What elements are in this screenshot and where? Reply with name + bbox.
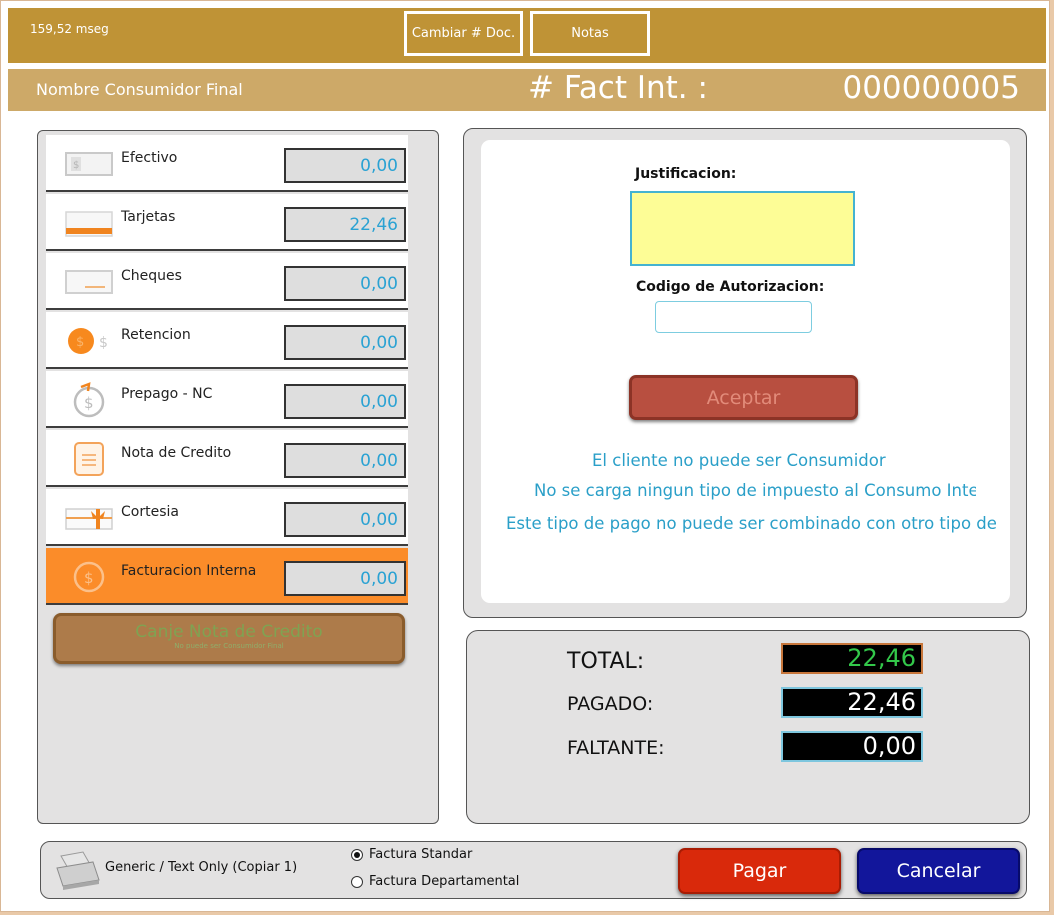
payment-amount-field[interactable]: 0,00 [284, 266, 406, 301]
auth-code-label: Codigo de Autorizacion: [636, 279, 825, 295]
payment-row-cheques[interactable]: Cheques 0,00 [46, 253, 408, 310]
printer-icon[interactable] [53, 850, 103, 892]
missing-label: FALTANTE: [567, 737, 665, 759]
canje-title: Canje Nota de Credito [135, 622, 323, 642]
payment-amount-field[interactable]: 0,00 [284, 325, 406, 360]
consumer-name: Nombre Consumidor Final [36, 80, 243, 99]
auth-code-input[interactable] [655, 301, 812, 333]
warning-message: Este tipo de pago no puede ser combinado… [506, 514, 996, 533]
cancel-button[interactable]: Cancelar [857, 848, 1020, 894]
radio-factura-standar[interactable]: Factura Standar [351, 847, 472, 862]
paid-label: PAGADO: [567, 693, 654, 715]
payment-label: Efectivo [121, 150, 178, 166]
justification-label: Justificacion: [635, 166, 737, 182]
payment-label: Tarjetas [121, 209, 176, 225]
payment-label: Cortesia [121, 504, 179, 520]
payment-amount-field[interactable]: 22,46 [284, 207, 406, 242]
refund-icon: $ [62, 381, 116, 419]
justification-input[interactable] [630, 191, 855, 266]
gift-icon [62, 499, 116, 537]
change-doc-button[interactable]: Cambiar # Doc. [404, 11, 523, 56]
payment-row-prepago[interactable]: $ Prepago - NC 0,00 [46, 371, 408, 428]
radio-factura-departamental[interactable]: Factura Departamental [351, 874, 519, 889]
pay-button[interactable]: Pagar [678, 848, 841, 894]
payment-row-efectivo[interactable]: $ Efectivo 0,00 [46, 135, 408, 192]
paid-value: 22,46 [781, 687, 923, 718]
cash-icon: $ [62, 145, 116, 183]
canje-subtitle: No puede ser Consumidor Final [174, 642, 284, 650]
payment-row-facturacion-interna[interactable]: $ Facturacion Interna 0,00 [46, 548, 408, 605]
payment-amount-field[interactable]: 0,00 [284, 502, 406, 537]
printer-name: Generic / Text Only (Copiar 1) [105, 860, 298, 875]
payment-label: Cheques [121, 268, 182, 284]
payment-methods-panel: $ Efectivo 0,00 Tarjetas 22,46 Cheques 0… [37, 130, 439, 824]
missing-value: 0,00 [781, 731, 923, 762]
svg-text:$: $ [76, 335, 84, 350]
top-bar: 159,52 mseg Cambiar # Doc. Notas [8, 8, 1046, 63]
invoice-label: # Fact Int. : [528, 70, 708, 106]
payment-row-nota-credito[interactable]: Nota de Credito 0,00 [46, 430, 408, 487]
payment-label: Nota de Credito [121, 445, 232, 461]
payment-label: Facturacion Interna [121, 563, 257, 579]
authorization-panel: Justificacion: Codigo de Autorizacion: A… [463, 128, 1027, 618]
canje-nota-credito-button[interactable]: Canje Nota de Credito No puede ser Consu… [53, 613, 405, 664]
document-icon [62, 440, 116, 478]
payment-label: Retencion [121, 327, 191, 343]
payment-amount-field[interactable]: 0,00 [284, 148, 406, 183]
radio-unselected-icon [351, 875, 363, 888]
dollar-circle-icon: $ [62, 558, 116, 596]
totals-panel: TOTAL: 22,46 PAGADO: 22,46 FALTANTE: 0,0… [466, 630, 1030, 824]
timing-text: 159,52 mseg [30, 22, 109, 36]
payment-row-cortesia[interactable]: Cortesia 0,00 [46, 489, 408, 546]
radio-label: Factura Departamental [369, 874, 520, 889]
payment-label: Prepago - NC [121, 386, 213, 402]
payment-amount-field[interactable]: 0,00 [284, 384, 406, 419]
svg-text:$: $ [73, 160, 79, 171]
svg-text:$: $ [84, 569, 94, 587]
payment-row-tarjetas[interactable]: Tarjetas 22,46 [46, 194, 408, 251]
card-icon [62, 204, 116, 242]
accept-button[interactable]: Aceptar [629, 375, 858, 420]
radio-selected-icon [351, 848, 363, 861]
payment-row-retencion[interactable]: $ $ Retencion 0,00 [46, 312, 408, 369]
total-value: 22,46 [781, 643, 923, 674]
svg-text:$: $ [99, 335, 108, 351]
check-icon [62, 263, 116, 301]
bottom-bar: Generic / Text Only (Copiar 1) Factura S… [40, 841, 1027, 899]
notes-button[interactable]: Notas [530, 11, 650, 56]
warning-message: No se carga ningun tipo de impuesto al C… [534, 481, 976, 500]
consumer-bar: Nombre Consumidor Final # Fact Int. : 00… [8, 69, 1046, 111]
svg-text:$: $ [84, 394, 94, 412]
radio-label: Factura Standar [369, 847, 473, 862]
payment-amount-field[interactable]: 0,00 [284, 561, 406, 596]
total-label: TOTAL: [567, 649, 645, 674]
coin-icon: $ $ [62, 322, 116, 360]
payment-amount-field[interactable]: 0,00 [284, 443, 406, 478]
authorization-form: Justificacion: Codigo de Autorizacion: A… [481, 140, 1010, 603]
warning-message: El cliente no puede ser Consumidor Fir [592, 451, 888, 470]
invoice-number: 000000005 [842, 70, 1020, 106]
